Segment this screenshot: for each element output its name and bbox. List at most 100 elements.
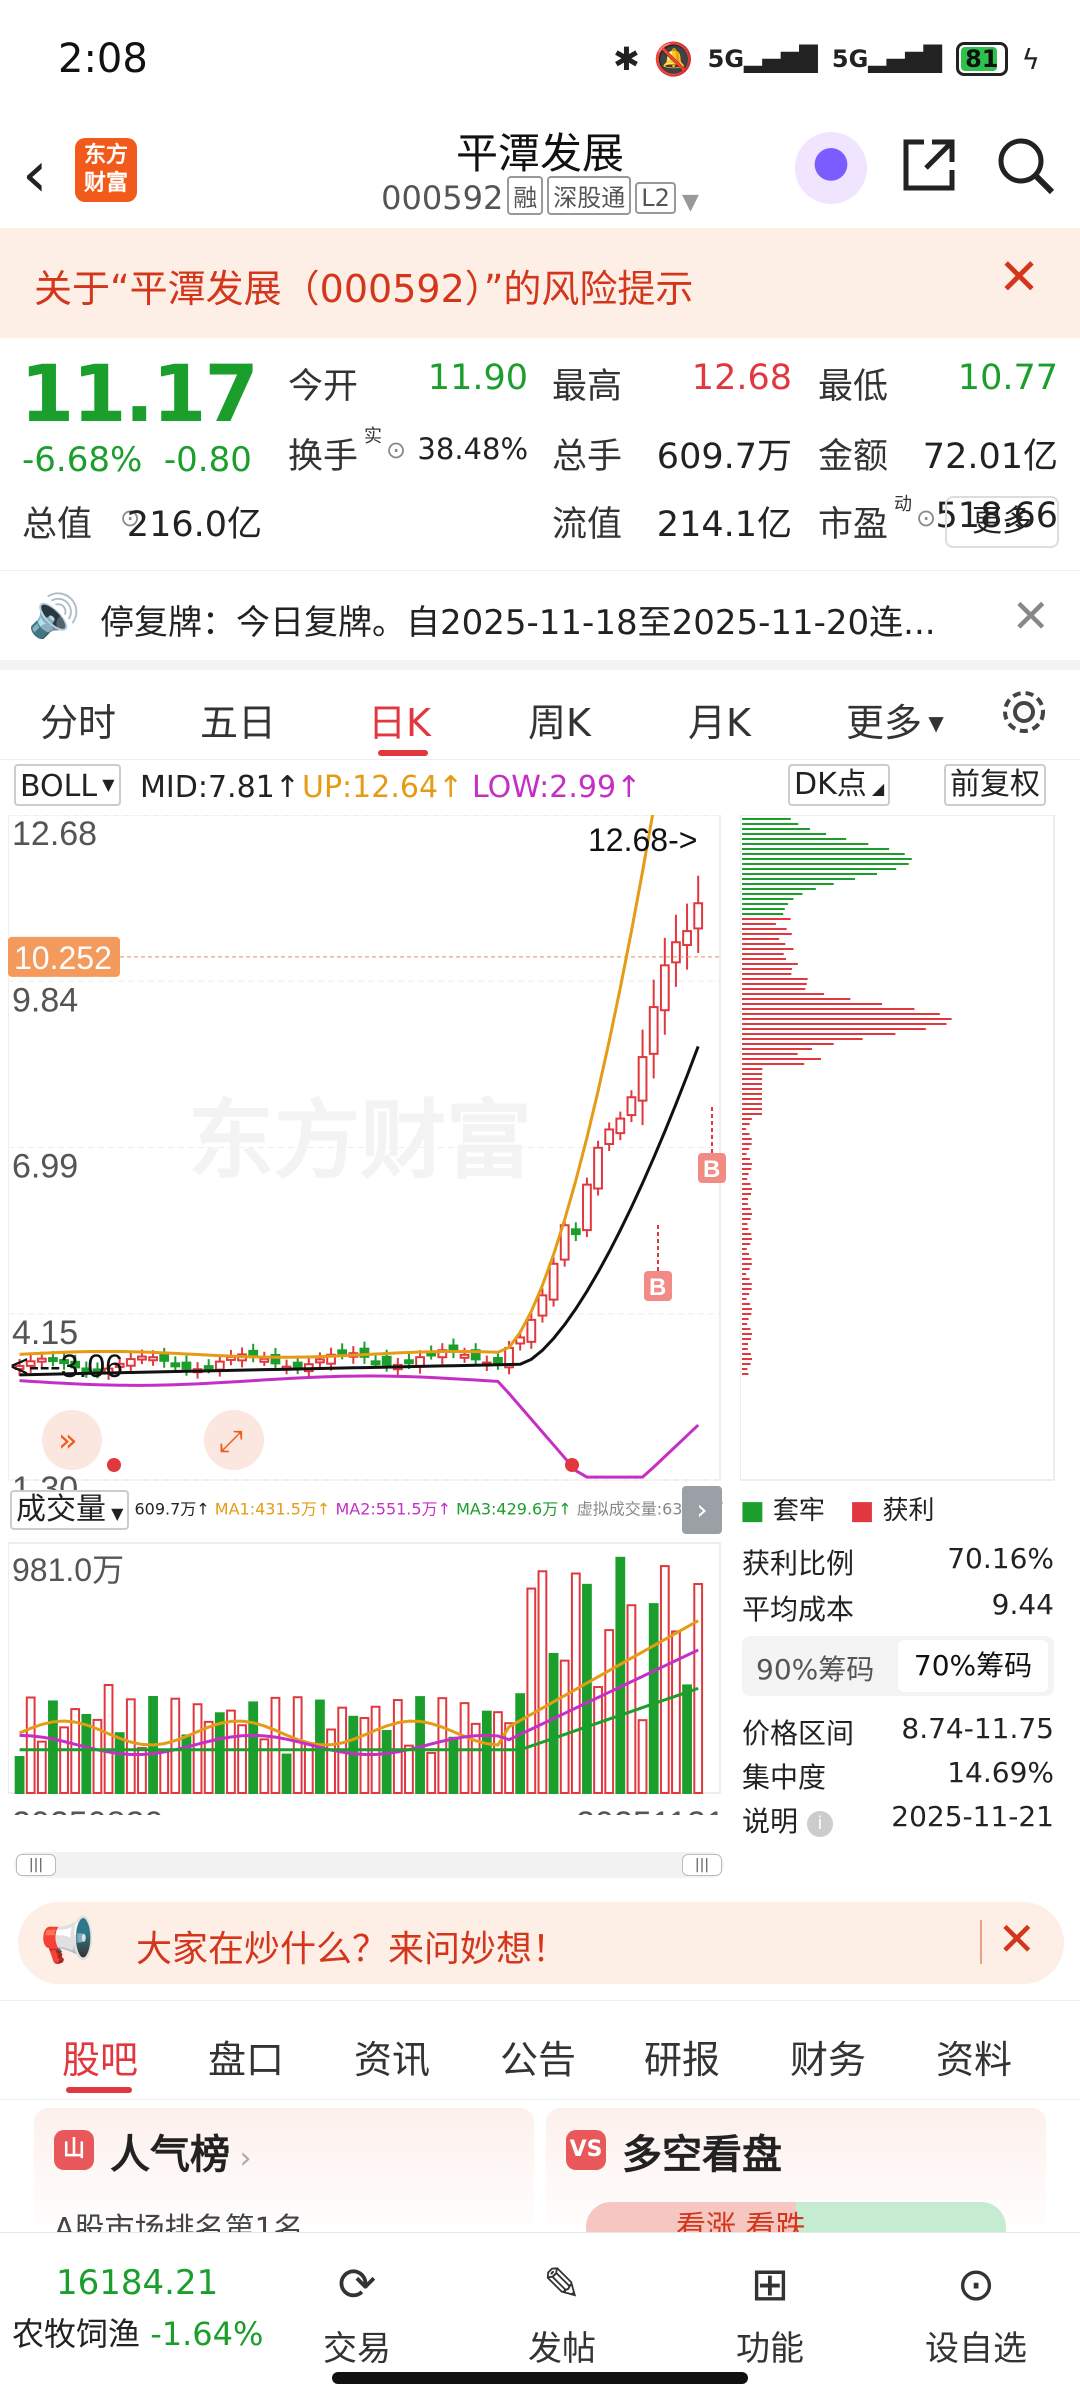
- volume-max-label: 981.0万: [12, 1552, 124, 1588]
- add-watchlist-button[interactable]: ⊙ 设自选: [906, 2257, 1046, 2370]
- scroll-handle-left[interactable]: |||: [16, 1854, 56, 1876]
- quote-label: 市盈: [818, 505, 889, 545]
- date-start-label: 20250820: [12, 1805, 163, 1815]
- volume-bar: [426, 1751, 437, 1795]
- y-axis-label: 9.84: [12, 981, 78, 1019]
- indicator-select[interactable]: BOLL ▼: [14, 764, 121, 806]
- volume-bar: [570, 1572, 581, 1794]
- volume-bar: [659, 1565, 670, 1795]
- share-icon[interactable]: [898, 134, 960, 210]
- edit-icon: ✎: [542, 2257, 582, 2311]
- yen-circle-icon: ⟳: [337, 2257, 377, 2311]
- volume-bar: [381, 1729, 392, 1794]
- chevron-right-icon[interactable]: ›: [682, 1486, 722, 1534]
- index-value[interactable]: 16184.21: [56, 2263, 218, 2303]
- tab-intraday[interactable]: 分时: [40, 692, 116, 747]
- more-button[interactable]: 更多: [945, 496, 1059, 548]
- candle-body: [593, 1146, 603, 1190]
- suspension-notice[interactable]: 🔊 停复牌：今日复牌。自2025-11-18至2025-11-20连... ✕: [0, 570, 1080, 670]
- volume-select[interactable]: 成交量 ▼: [10, 1490, 130, 1530]
- post-button[interactable]: ✎ 发帖: [492, 2257, 632, 2370]
- signal-icon-2: 5G▂▄▆█: [831, 45, 943, 73]
- tab-research[interactable]: 研报: [644, 2029, 720, 2084]
- tab-news[interactable]: 资讯: [354, 2029, 430, 2084]
- tab-five-day[interactable]: 五日: [200, 692, 276, 747]
- candle-body: [170, 1362, 181, 1368]
- volume-bar: [615, 1556, 626, 1794]
- tab-monthly-k[interactable]: 月K: [688, 692, 751, 747]
- gear-icon[interactable]: [998, 686, 1050, 742]
- volume-bar: [582, 1583, 592, 1794]
- tab-90-chips[interactable]: 90%筹码: [756, 1648, 874, 1688]
- volume-ma1: MA1:431.5万↑: [214, 1499, 331, 1519]
- candle-body: [671, 941, 681, 964]
- candle-body: [604, 1128, 615, 1146]
- chart-scrollbar[interactable]: ||| |||: [14, 1852, 724, 1878]
- adjust-select[interactable]: 前复权: [944, 764, 1046, 806]
- volume-bar: [593, 1686, 603, 1794]
- battery-icon: 81: [956, 42, 1008, 76]
- bluetooth-icon: ✱: [612, 40, 640, 78]
- candle-body: [248, 1349, 259, 1357]
- close-icon[interactable]: ✕: [1011, 589, 1050, 643]
- volume-bar: [448, 1736, 459, 1794]
- volume-bar: [159, 1749, 170, 1795]
- quote-value: 38.48%: [417, 432, 528, 466]
- tab-70-chips[interactable]: 70%筹码: [898, 1640, 1048, 1692]
- index-name-row[interactable]: 农牧饲渔 -1.64%: [12, 2309, 263, 2355]
- volume-bar: [637, 1719, 648, 1795]
- tab-weekly-k[interactable]: 周K: [528, 692, 591, 747]
- assistant-avatar-icon[interactable]: [795, 132, 867, 204]
- tab-daily-k[interactable]: 日K: [368, 692, 431, 747]
- search-icon[interactable]: [994, 134, 1056, 210]
- quote-label: 最低: [818, 367, 889, 407]
- quote-value: 10.77: [957, 358, 1058, 398]
- profit-ratio-label: 获利比例: [742, 1547, 855, 1580]
- candle-body: [125, 1358, 136, 1367]
- volume-bar: [203, 1720, 214, 1794]
- tab-announcements[interactable]: 公告: [500, 2029, 576, 2084]
- bull-bear-card[interactable]: VS 多空看盘 看涨 看跌: [546, 2108, 1046, 2238]
- volume-bar: [103, 1684, 114, 1794]
- candle-body: [181, 1361, 192, 1370]
- status-icons: ✱ 🔕 5G▂▄▆█ 5G▂▄▆█ 81 ϟ: [613, 40, 1040, 78]
- concentration-value: 14.69%: [947, 1756, 1054, 1789]
- tab-pankou[interactable]: 盘口: [208, 2029, 284, 2084]
- period-tabs: 分时 五日 日K 周K 月K 更多 ▼: [0, 680, 1080, 760]
- trade-button[interactable]: ⟳ 交易: [287, 2257, 427, 2370]
- tab-guba[interactable]: 股吧: [62, 2029, 138, 2084]
- functions-button[interactable]: ⊞ 功能: [700, 2257, 840, 2370]
- scroll-handle-right[interactable]: |||: [682, 1854, 722, 1876]
- tab-more[interactable]: 更多 ▼: [846, 692, 944, 747]
- candlestick-chart[interactable]: 东方财富12.689.846.994.151.3010.25212.68-><-…: [8, 815, 728, 1815]
- tab-finance[interactable]: 财务: [790, 2029, 866, 2084]
- candle-body: [526, 1318, 537, 1343]
- home-indicator[interactable]: [332, 2372, 748, 2384]
- popularity-card[interactable]: 山 人气榜 › A股市场排名第1名: [34, 2108, 534, 2238]
- promo-text: 大家在炒什么？来问妙想！: [136, 1929, 569, 1970]
- volume-bar: [671, 1630, 681, 1795]
- ai-promo-banner[interactable]: 📢 大家在炒什么？来问妙想！ ✕: [18, 1902, 1064, 1984]
- candle-body: [370, 1360, 381, 1366]
- info-icon[interactable]: i: [806, 1811, 833, 1837]
- current-price: 11.17: [20, 350, 259, 440]
- status-time: 2:08: [58, 36, 148, 82]
- watermark: 东方财富: [188, 1093, 532, 1189]
- risk-banner[interactable]: 关于“平潭发展（000592）”的风险提示 ✕: [0, 228, 1080, 338]
- megaphone-icon: 📢: [40, 1915, 95, 1966]
- volume-bar: [392, 1699, 403, 1794]
- price-range-value: 8.74-11.75: [901, 1712, 1054, 1745]
- quote-label: 总手: [552, 437, 623, 477]
- volume-bar: [537, 1570, 548, 1795]
- chevron-down-icon[interactable]: ▼: [682, 190, 699, 215]
- close-icon[interactable]: ✕: [998, 248, 1040, 306]
- volume-bar: [181, 1734, 192, 1794]
- volume-bar: [259, 1738, 270, 1794]
- volume-bar: [682, 1684, 692, 1794]
- close-icon[interactable]: ✕: [997, 1912, 1036, 1966]
- quote-label: 总值: [22, 505, 93, 545]
- dk-point-select[interactable]: DK点 ◢: [788, 764, 891, 806]
- boll-mid: MID:7.81↑: [140, 770, 300, 805]
- tab-profile[interactable]: 资料: [936, 2029, 1012, 2084]
- volume-bar: [303, 1743, 314, 1795]
